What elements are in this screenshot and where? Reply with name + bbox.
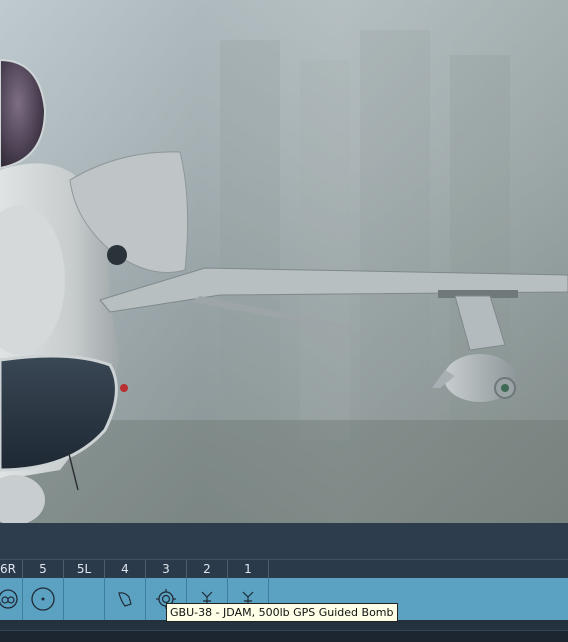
station-cell-5[interactable]: [23, 578, 64, 620]
station-cell-6r[interactable]: [0, 578, 23, 620]
fuel-tank-icon: [31, 587, 55, 611]
station-cell-5l[interactable]: [64, 578, 105, 620]
aircraft-render: [0, 0, 568, 523]
loadout-panel-background: [0, 523, 568, 559]
loadout-bottom-strip: [0, 620, 568, 642]
station-header-row: 6R 5 5L 4 3 2 1: [0, 559, 568, 579]
station-label-3: 3: [146, 560, 187, 579]
station-label-1: 1: [228, 560, 269, 579]
station-label-5l: 5L: [64, 560, 105, 579]
station-label-2: 2: [187, 560, 228, 579]
station-cell-4[interactable]: [105, 578, 146, 620]
pod-store-icon: [118, 592, 132, 607]
divider: [0, 630, 568, 642]
aircraft-preview-viewport[interactable]: [0, 0, 568, 523]
station-label-6r: 6R: [0, 560, 23, 579]
station-label-4: 4: [105, 560, 146, 579]
pylon-round-store-icon: [0, 589, 18, 609]
station-label-5: 5: [23, 560, 64, 579]
weapon-tooltip: GBU-38 - JDAM, 500lb GPS Guided Bomb: [166, 603, 398, 622]
